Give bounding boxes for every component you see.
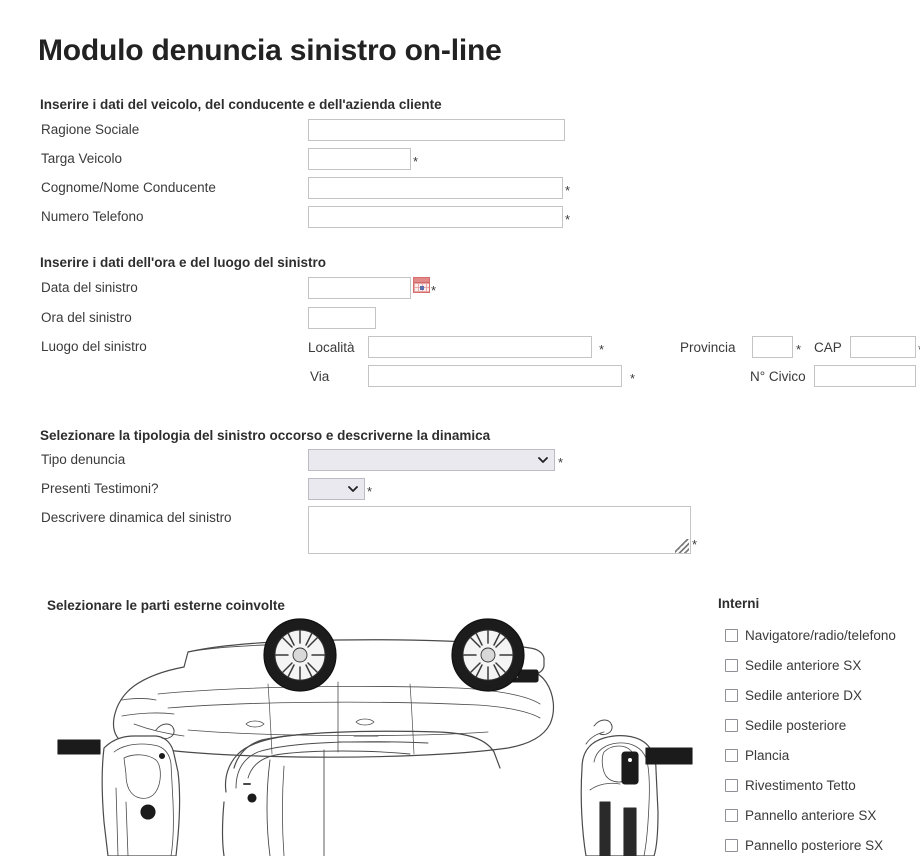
label-cap: CAP [814, 340, 842, 355]
chevron-down-icon [348, 484, 358, 493]
provincia-input[interactable] [752, 336, 793, 358]
list-item[interactable]: Plancia [718, 740, 918, 770]
numero-telefono-input[interactable] [308, 206, 563, 228]
checkbox-pannello-posteriore-sx[interactable] [725, 838, 738, 852]
list-item[interactable]: Navigatore/radio/telefono [718, 620, 918, 650]
page-title: Modulo denuncia sinistro on-line [38, 34, 502, 67]
label-luogo-sinistro: Luogo del sinistro [41, 339, 147, 354]
tipo-denuncia-select[interactable] [308, 449, 555, 471]
checkbox-label: Sedile anteriore SX [745, 657, 862, 673]
via-input[interactable] [368, 365, 622, 387]
cap-input[interactable] [850, 336, 916, 358]
required-marker-via: * [630, 371, 636, 386]
car-rear-view [580, 719, 693, 856]
checkbox-sedile-posteriore[interactable] [725, 718, 738, 732]
checkbox-rivestimento-tetto[interactable] [725, 778, 738, 792]
checkbox-label: Sedile posteriore [745, 717, 847, 733]
required-marker-data: * [431, 283, 437, 298]
checkbox-label: Rivestimento Tetto [745, 777, 856, 793]
label-tipo-denuncia: Tipo denuncia [41, 452, 126, 467]
checkbox-pannello-anteriore-sx[interactable] [725, 808, 738, 822]
list-item[interactable]: Sedile anteriore DX [718, 680, 918, 710]
label-via: Via [310, 369, 330, 384]
localita-input[interactable] [368, 336, 592, 358]
required-marker-tipo-denuncia: * [558, 455, 564, 470]
label-ragione-sociale: Ragione Sociale [41, 122, 140, 137]
label-numero-telefono: Numero Telefono [41, 209, 144, 224]
label-numero-civico: N° Civico [750, 369, 806, 384]
claim-form-page: Modulo denuncia sinistro on-line Inserir… [0, 0, 920, 856]
numero-civico-input[interactable] [814, 365, 916, 387]
car-panel-view-left [57, 723, 181, 856]
label-localita: Località [308, 340, 355, 355]
ora-sinistro-input[interactable] [308, 307, 376, 329]
required-marker-conducente: * [565, 183, 571, 198]
required-marker-targa: * [413, 154, 419, 169]
checkbox-label: Pannello posteriore SX [745, 837, 884, 853]
list-item[interactable]: Sedile posteriore [718, 710, 918, 740]
label-ora-sinistro: Ora del sinistro [41, 310, 132, 325]
checkbox-label: Navigatore/radio/telefono [745, 627, 896, 643]
chevron-down-icon [538, 455, 548, 464]
label-provincia: Provincia [680, 340, 736, 355]
presenti-testimoni-select[interactable] [308, 478, 365, 500]
checkbox-sedile-anteriore-dx[interactable] [725, 688, 738, 702]
label-data-sinistro: Data del sinistro [41, 280, 138, 295]
ragione-sociale-input[interactable] [308, 119, 565, 141]
checklist-title: Interni [718, 596, 760, 611]
checkbox-label: Sedile anteriore DX [745, 687, 863, 703]
checkbox-sedile-anteriore-sx[interactable] [725, 658, 738, 672]
label-descrivere-dinamica: Descrivere dinamica del sinistro [41, 510, 232, 525]
targa-veicolo-input[interactable] [308, 148, 411, 170]
car-diagram[interactable] [38, 612, 710, 856]
car-side-view [112, 618, 555, 758]
data-sinistro-input[interactable] [308, 277, 411, 299]
required-marker-provincia: * [796, 342, 802, 357]
checkbox-navigatore-radio-telefono[interactable] [725, 628, 738, 642]
label-presenti-testimoni: Presenti Testimoni? [41, 481, 159, 496]
checkbox-plancia[interactable] [725, 748, 738, 762]
required-marker-dinamica: * [692, 537, 698, 552]
checkbox-label: Plancia [745, 747, 790, 763]
label-targa-veicolo: Targa Veicolo [41, 151, 123, 166]
interior-parts-checklist: Interni Navigatore/radio/telefono Sedile… [718, 596, 918, 860]
calendar-icon[interactable] [413, 277, 430, 293]
section-header-type-dynamics: Selezionare la tipologia del sinistro oc… [40, 428, 491, 443]
section-header-when-where: Inserire i dati dell'ora e del luogo del… [40, 255, 327, 270]
dinamica-textarea[interactable] [308, 506, 691, 554]
list-item[interactable]: Pannello anteriore SX [718, 800, 918, 830]
required-marker-telefono: * [565, 212, 571, 227]
section-header-external-parts: Selezionare le parti esterne coinvolte [47, 598, 285, 613]
required-marker-localita: * [599, 342, 605, 357]
list-item[interactable]: Rivestimento Tetto [718, 770, 918, 800]
required-marker-testimoni: * [367, 484, 373, 499]
conducente-input[interactable] [308, 177, 563, 199]
checkbox-label: Pannello anteriore SX [745, 807, 877, 823]
label-conducente: Cognome/Nome Conducente [41, 180, 216, 195]
section-header-vehicle: Inserire i dati del veicolo, del conduce… [40, 97, 442, 112]
list-item[interactable]: Sedile anteriore SX [718, 650, 918, 680]
